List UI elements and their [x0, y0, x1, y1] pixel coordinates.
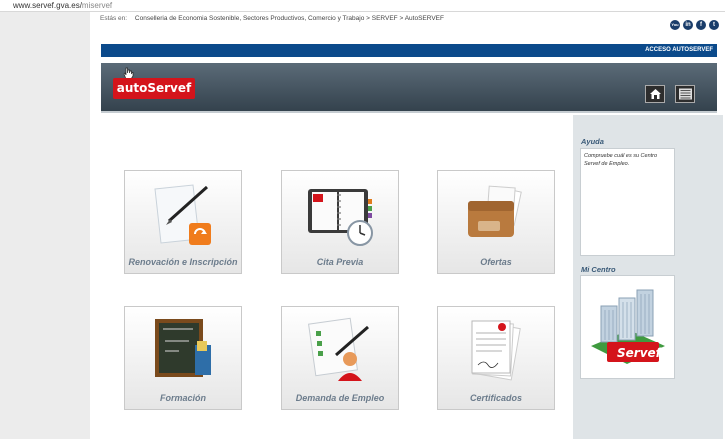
- document-pen-renew-icon: [154, 184, 211, 245]
- breadcrumb: Estás en: Conselleria de Economia Sosten…: [100, 15, 444, 22]
- servef-building-icon: [591, 289, 665, 364]
- youtube-icon[interactable]: You: [670, 20, 680, 30]
- tile-label: Cita Previa: [316, 257, 364, 267]
- social-links: You in f t: [670, 20, 719, 30]
- servef-logo-text: Servef: [617, 346, 661, 360]
- twitter-icon[interactable]: t: [709, 20, 719, 30]
- center-title: Mi Centro: [581, 265, 616, 274]
- tile-label: Demanda de Empleo: [295, 393, 385, 403]
- help-box: Compruebe cuál es su Centro Servef de Em…: [580, 148, 675, 256]
- breadcrumb-servef[interactable]: SERVEF: [372, 15, 398, 22]
- agenda-clock-icon: [308, 189, 373, 246]
- certificate-icon: [471, 320, 521, 381]
- tile-certificados[interactable]: Certificados: [437, 306, 555, 410]
- chalkboard-icon: [155, 319, 211, 377]
- briefcase-documents-icon: [468, 185, 522, 237]
- linkedin-icon[interactable]: in: [683, 20, 693, 30]
- tile-label: Renovación e Inscripción: [128, 257, 238, 267]
- breadcrumb-autoservef[interactable]: AutoSERVEF: [405, 15, 444, 22]
- tile-label: Ofertas: [480, 257, 512, 267]
- tile-renovacion-inscripcion[interactable]: Renovación e Inscripción: [124, 170, 242, 274]
- facebook-icon[interactable]: f: [696, 20, 706, 30]
- menu-button[interactable]: [675, 85, 695, 103]
- menu-list-icon: [679, 88, 692, 100]
- tile-ofertas[interactable]: Ofertas: [437, 170, 555, 274]
- header-banner: autoServef: [101, 63, 717, 113]
- tile-cita-previa[interactable]: Cita Previa: [281, 170, 399, 274]
- mi-centro-box[interactable]: Servef: [580, 275, 675, 379]
- url-text: www.servef.gva.es/miservef: [13, 1, 113, 10]
- home-button[interactable]: [645, 85, 665, 103]
- tile-label: Formación: [159, 393, 206, 403]
- tile-formacion[interactable]: Formación: [124, 306, 242, 410]
- tile-label: Certificados: [469, 393, 522, 403]
- sidebar: Ayuda Compruebe cuál es su Centro Servef…: [573, 115, 723, 439]
- help-text[interactable]: Compruebe cuál es su Centro Servef de Em…: [584, 153, 657, 167]
- address-bar[interactable]: www.servef.gva.es/miservef: [0, 0, 725, 12]
- access-autoservef-link[interactable]: ACCESO AUTOSERVEF: [645, 44, 713, 57]
- help-title: Ayuda: [581, 137, 604, 146]
- tile-demanda-empleo[interactable]: Demanda de Empleo: [281, 306, 399, 410]
- autoservef-logo[interactable]: autoServef: [113, 78, 195, 99]
- page-content: Estás en: Conselleria de Economia Sosten…: [90, 12, 725, 439]
- breadcrumb-conselleria[interactable]: Conselleria de Economia Sostenible, Sect…: [135, 15, 364, 22]
- home-icon: [650, 89, 661, 99]
- access-bar: ACCESO AUTOSERVEF: [101, 44, 717, 57]
- form-person-icon: [308, 317, 369, 381]
